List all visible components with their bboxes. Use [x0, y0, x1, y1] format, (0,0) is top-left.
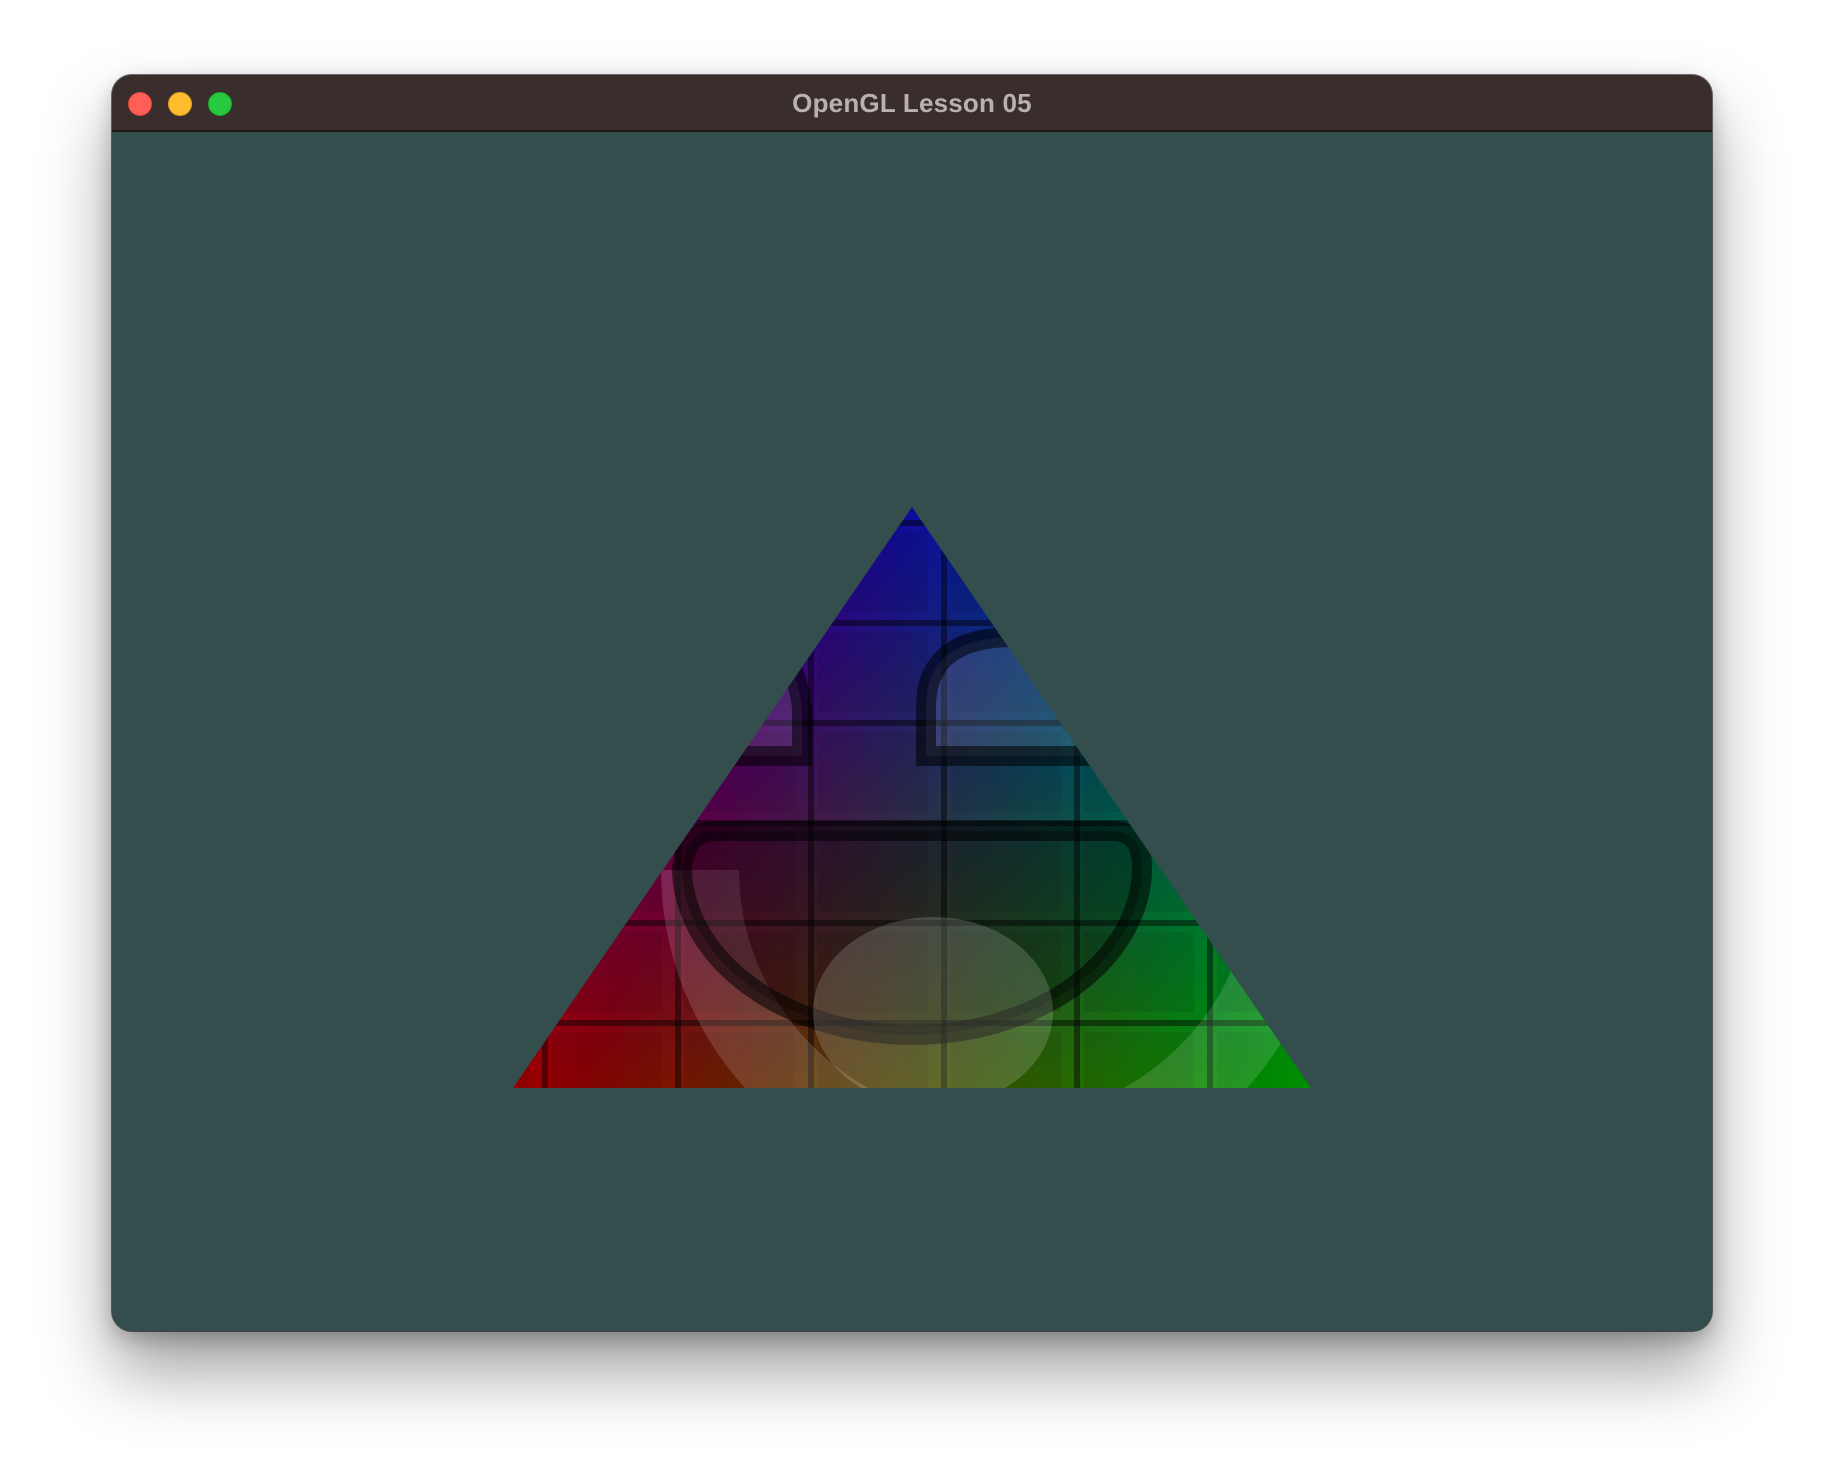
- app-window: OpenGL Lesson 05: [112, 75, 1712, 1331]
- gl-viewport: [112, 132, 1712, 1331]
- textured-triangle: [513, 507, 1311, 1088]
- title-bar[interactable]: OpenGL Lesson 05: [112, 75, 1712, 132]
- render-canvas: [513, 507, 1311, 1088]
- window-title: OpenGL Lesson 05: [792, 88, 1032, 118]
- awesome-face-texture: [661, 626, 1311, 1088]
